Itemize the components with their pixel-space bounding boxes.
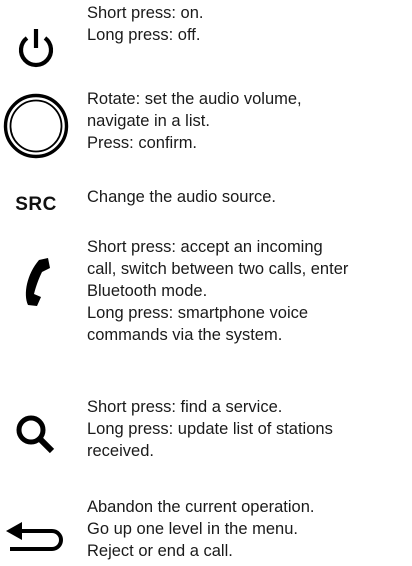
src-label: SRC [15,194,57,215]
controls-legend-page: { "controls": [ { "icon": "power-icon", … [0,0,412,566]
control-description: Short press: accept an incoming call, sw… [87,238,349,344]
control-description: Short press: on. Long press: off. [87,4,204,44]
power-icon [0,20,72,76]
rotary-knob-icon [0,90,72,162]
control-description: Short press: find a service. Long press:… [87,398,333,460]
back-arrow-icon [0,514,72,558]
search-icon [0,408,72,462]
control-description: Abandon the current operation. Go up one… [87,498,315,560]
phone-handset-icon [0,252,72,312]
control-description: Change the audio source. [87,188,276,206]
control-description: Rotate: set the audio volume, navigate i… [87,90,302,152]
